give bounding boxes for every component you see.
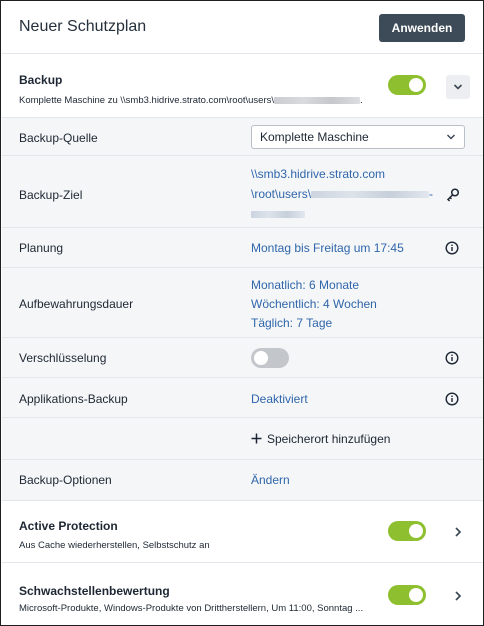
retention-weekly[interactable]: Wöchentlich: 4 Wochen <box>251 297 377 311</box>
active-protection-subtitle: Aus Cache wiederherstellen, Selbstschutz… <box>19 540 210 551</box>
retention-label: Aufbewahrungsdauer <box>19 297 134 311</box>
toggle-knob <box>409 78 423 92</box>
plus-icon <box>251 433 262 444</box>
backup-target-line3[interactable] <box>251 207 305 221</box>
backup-options-link[interactable]: Ändern <box>251 473 290 487</box>
backup-target-label: Backup-Ziel <box>19 188 83 202</box>
info-icon[interactable] <box>445 241 459 255</box>
panel-header: Neuer Schutzplan Anwenden <box>2 2 483 54</box>
toggle-knob <box>409 588 423 602</box>
backup-details: Backup-Quelle Komplette Maschine Backup-… <box>2 118 483 500</box>
info-icon[interactable] <box>445 351 459 365</box>
backup-source-label: Backup-Quelle <box>19 131 98 145</box>
active-protection-title: Active Protection <box>19 519 118 533</box>
vulnerability-section: Schwachstellenbewertung Microsoft-Produk… <box>2 563 483 625</box>
chevron-down-icon <box>453 84 463 90</box>
vulnerability-subtitle: Microsoft-Produkte, Windows-Produkte von… <box>19 603 364 614</box>
backup-source-value: Komplette Maschine <box>260 130 369 144</box>
add-location-button[interactable]: Speicherort hinzufügen <box>251 432 390 446</box>
add-location-label: Speicherort hinzufügen <box>267 432 391 446</box>
active-protection-section: Active Protection Aus Cache wiederherste… <box>2 500 483 563</box>
vulnerability-title: Schwachstellenbewertung <box>19 584 170 598</box>
vulnerability-toggle[interactable] <box>388 585 426 605</box>
chevron-down-icon <box>446 126 456 151</box>
row-schedule: Planung Montag bis Freitag um 17:45 <box>2 228 483 268</box>
active-protection-toggle[interactable] <box>388 521 426 541</box>
encryption-toggle[interactable] <box>251 348 289 368</box>
backup-title: Backup <box>19 73 63 87</box>
collapse-button[interactable] <box>446 75 470 99</box>
chevron-right-icon[interactable] <box>454 526 462 538</box>
retention-monthly[interactable]: Monatlich: 6 Monate <box>251 278 359 292</box>
backup-source-select[interactable]: Komplette Maschine <box>251 125 465 149</box>
row-backup-target: Backup-Ziel \\smb3.hidrive.strato.com \r… <box>2 156 483 228</box>
backup-subtitle-text: Komplette Maschine zu \\smb3.hidrive.str… <box>19 95 275 106</box>
app-backup-link[interactable]: Deaktiviert <box>251 392 308 406</box>
backup-subtitle-suffix: . <box>360 95 363 106</box>
panel-title: Neuer Schutzplan <box>19 18 147 35</box>
row-add-location: Speicherort hinzufügen <box>2 418 483 460</box>
protection-plan-panel: Neuer Schutzplan Anwenden Backup Komplet… <box>0 0 484 626</box>
row-encryption: Verschlüsselung <box>2 338 483 378</box>
toggle-knob <box>254 351 268 365</box>
schedule-link[interactable]: Montag bis Freitag um 17:45 <box>251 241 404 255</box>
backup-subtitle: Komplette Maschine zu \\smb3.hidrive.str… <box>19 95 387 106</box>
key-icon[interactable] <box>445 187 461 203</box>
chevron-right-icon[interactable] <box>454 590 462 602</box>
redacted-path <box>311 191 430 199</box>
backup-target-suffix: - <box>429 187 434 201</box>
row-retention: Aufbewahrungsdauer Monatlich: 6 Monate W… <box>2 268 483 338</box>
retention-daily[interactable]: Täglich: 7 Tage <box>251 316 332 330</box>
toggle-knob <box>409 524 423 538</box>
row-app-backup: Applikations-Backup Deaktiviert <box>2 378 483 418</box>
redacted-path-end <box>251 211 305 219</box>
backup-target-line1[interactable]: \\smb3.hidrive.strato.com <box>251 167 385 181</box>
redacted-username <box>274 96 361 104</box>
row-backup-source: Backup-Quelle Komplette Maschine <box>2 118 483 156</box>
backup-toggle[interactable] <box>388 75 426 95</box>
apply-button[interactable]: Anwenden <box>379 14 465 42</box>
backup-section: Backup Komplette Maschine zu \\smb3.hidr… <box>2 55 483 118</box>
backup-target-line2[interactable]: \root\users\ - <box>251 187 433 201</box>
encryption-label: Verschlüsselung <box>19 351 107 365</box>
info-icon[interactable] <box>445 392 459 406</box>
backup-options-label: Backup-Optionen <box>19 473 112 487</box>
row-backup-options: Backup-Optionen Ändern <box>2 460 483 500</box>
schedule-label: Planung <box>19 241 64 255</box>
app-backup-label: Applikations-Backup <box>19 392 128 406</box>
backup-target-path: \root\users\ <box>251 187 312 201</box>
